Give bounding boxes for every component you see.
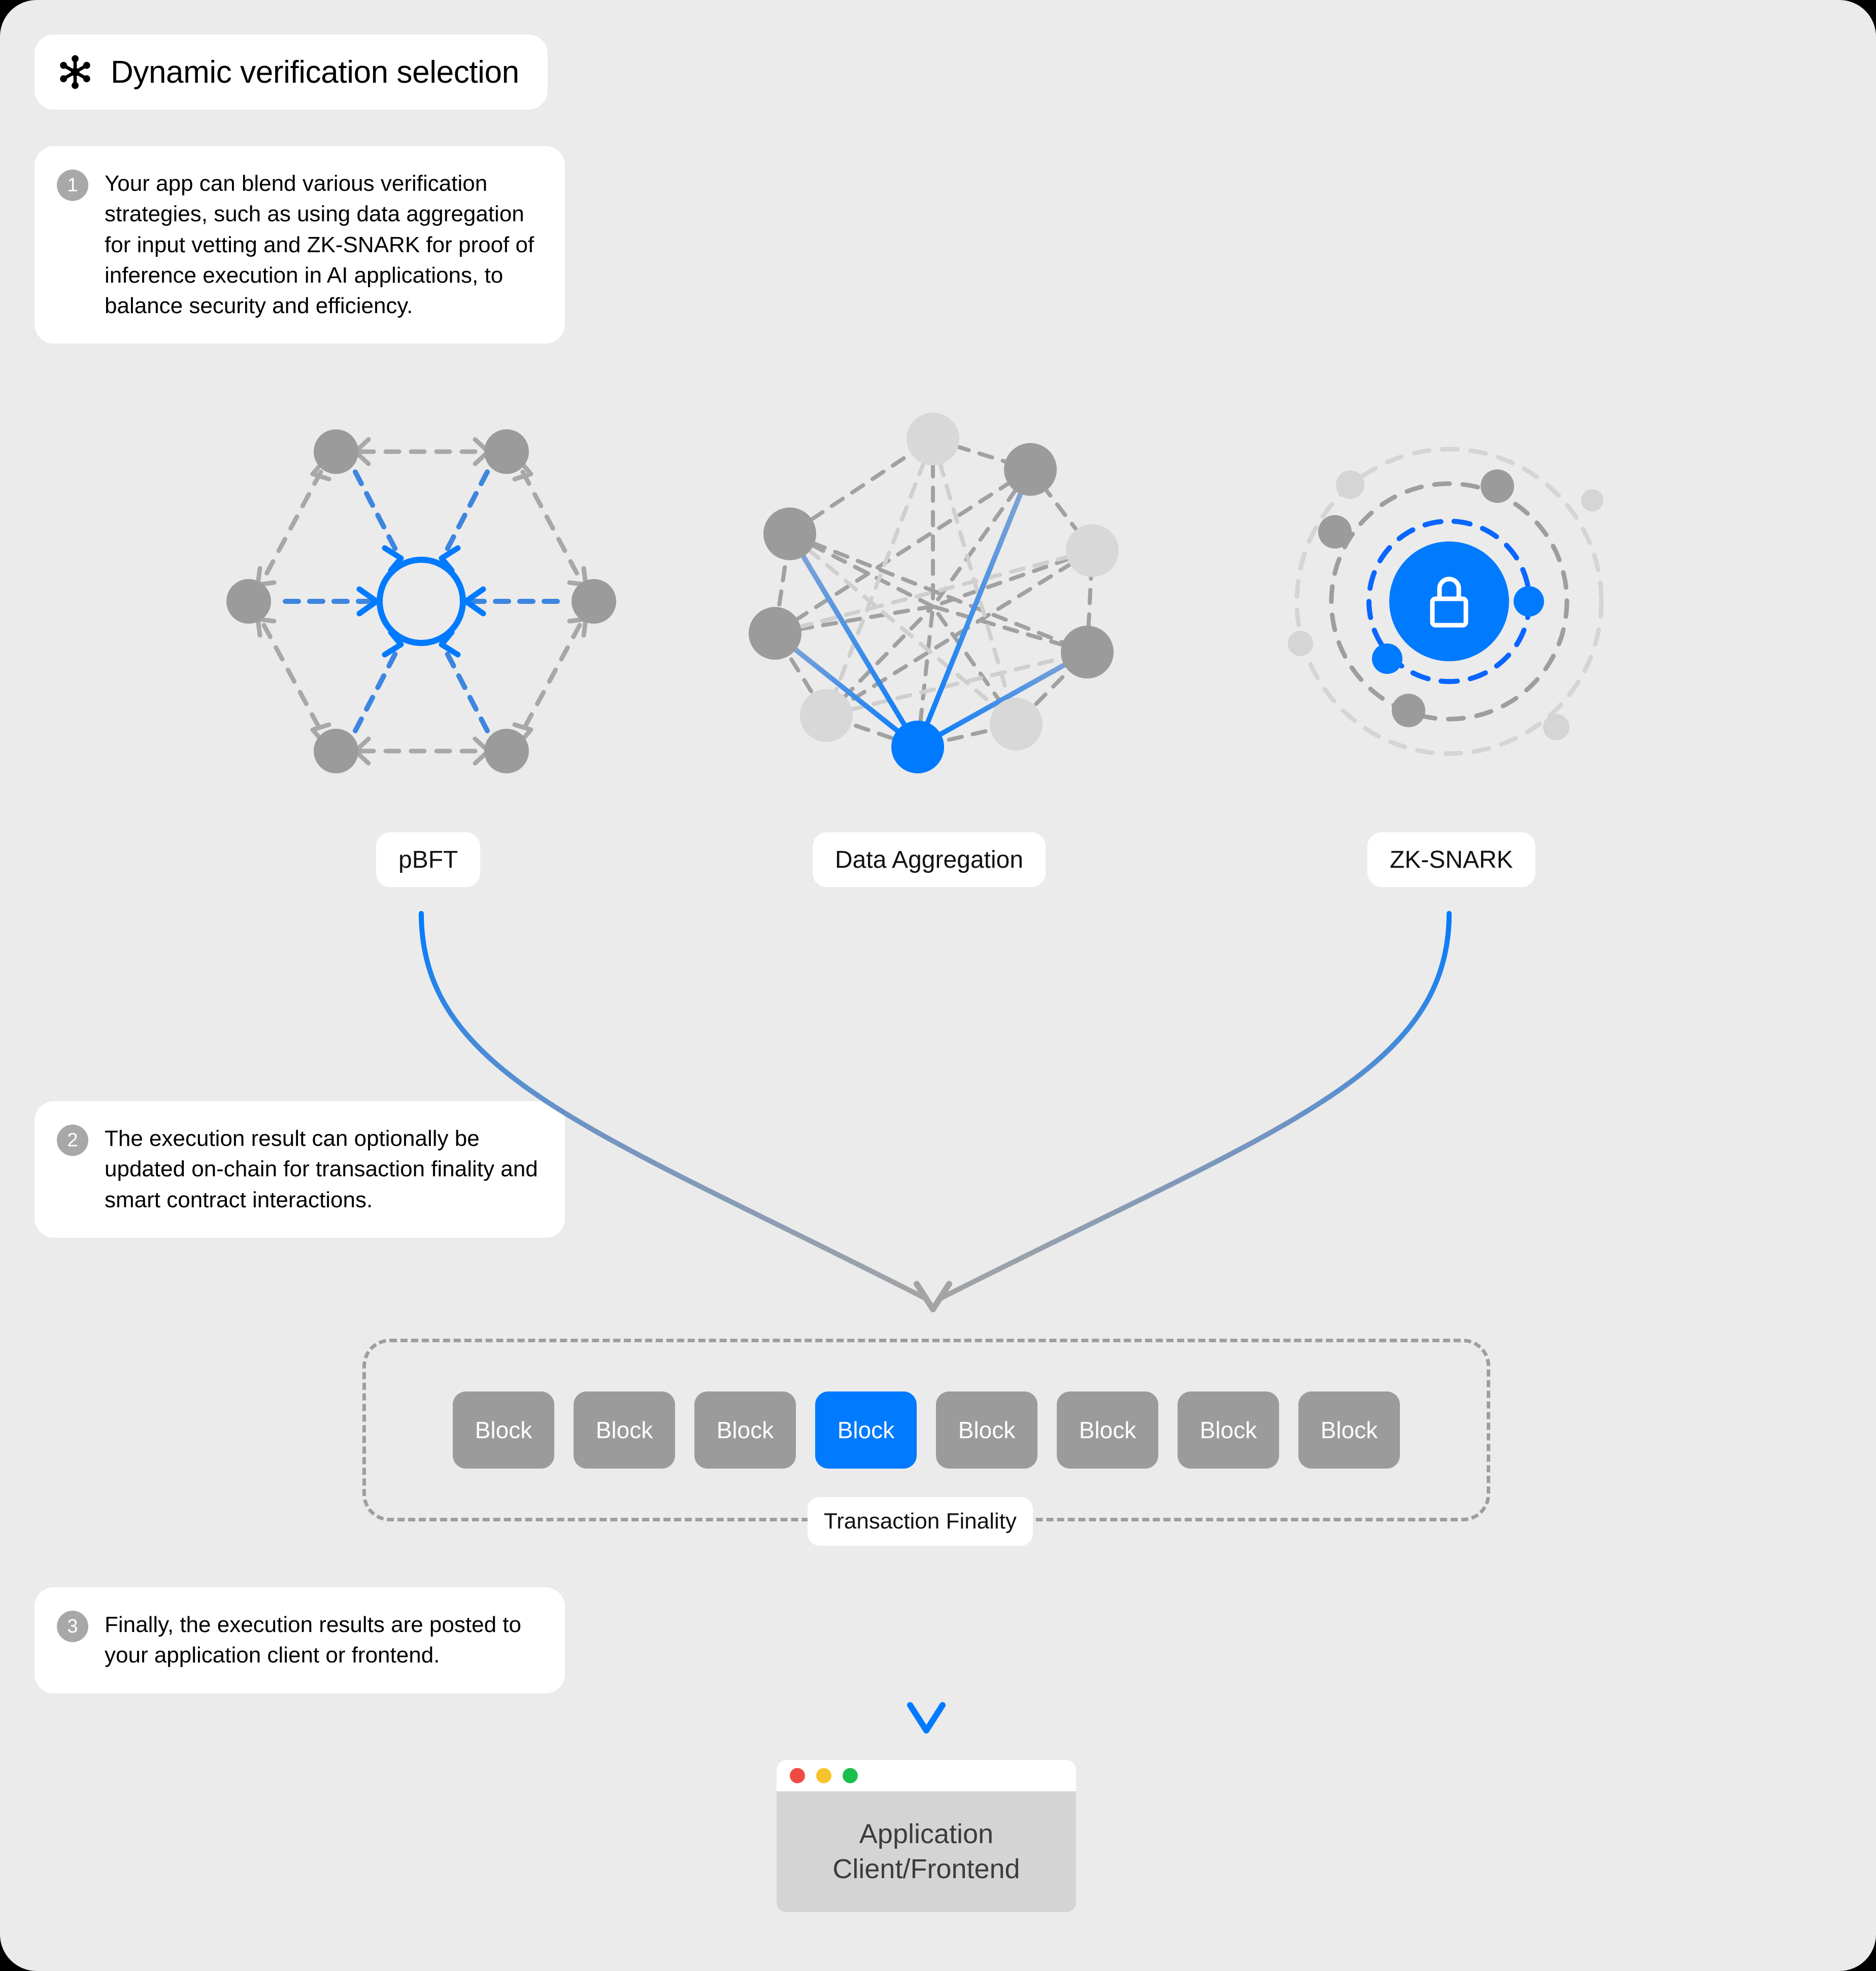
block-item[interactable]: Block bbox=[1298, 1391, 1400, 1469]
pbft-center-node bbox=[377, 557, 466, 646]
zk-orbit-outer bbox=[1294, 447, 1604, 756]
callout-step-1: 1 Your app can blend various verificatio… bbox=[35, 146, 565, 344]
step-number-badge: 3 bbox=[57, 1611, 88, 1642]
block-item[interactable]: Block bbox=[453, 1391, 554, 1469]
client-title-line-1: Application bbox=[859, 1818, 994, 1849]
step-number-badge: 1 bbox=[57, 169, 88, 201]
window-title-bar bbox=[777, 1760, 1076, 1791]
zk-orbit-middle bbox=[1329, 481, 1569, 722]
lock-icon bbox=[1430, 576, 1468, 628]
hub-asterisk-icon bbox=[57, 54, 93, 90]
pbft-diagram bbox=[226, 429, 616, 773]
pbft-validator-nodes bbox=[226, 429, 616, 773]
zk-snark-diagram bbox=[1288, 447, 1604, 797]
client-window-content: Application Client/Frontend bbox=[777, 1791, 1076, 1912]
callout-text: Your app can blend various verification … bbox=[105, 171, 534, 319]
method-label-data-aggregation[interactable]: Data Aggregation bbox=[813, 832, 1046, 887]
method-label-zk-snark[interactable]: ZK-SNARK bbox=[1367, 832, 1535, 887]
callout-step-2: 2 The execution result can optionally be… bbox=[35, 1101, 565, 1238]
flow-arrows-to-chain bbox=[419, 911, 1452, 1312]
block-item[interactable]: Block bbox=[936, 1391, 1037, 1469]
zk-orbit-dots bbox=[1288, 469, 1603, 740]
zk-core-node bbox=[1389, 541, 1509, 661]
method-label-pbft[interactable]: pBFT bbox=[376, 832, 481, 887]
block-item[interactable]: Block bbox=[1178, 1391, 1279, 1469]
callout-text: Finally, the execution results are poste… bbox=[105, 1612, 521, 1668]
flow-arrow-to-client bbox=[907, 1560, 946, 1734]
page-title-chip: Dynamic verification selection bbox=[35, 35, 548, 110]
step-number-badge: 2 bbox=[57, 1125, 88, 1156]
blockchain-blocks: Block Block Block Block Block Block Bloc… bbox=[362, 1387, 1490, 1473]
minimize-dot-icon[interactable] bbox=[816, 1768, 831, 1783]
client-title-line-2: Client/Frontend bbox=[832, 1854, 1020, 1884]
chain-arrowhead bbox=[914, 1281, 952, 1312]
data-aggregation-diagram bbox=[749, 413, 1119, 773]
callout-step-3: 3 Finally, the execution results are pos… bbox=[35, 1587, 565, 1693]
aggregator-node bbox=[891, 721, 944, 773]
client-arrowhead bbox=[907, 1702, 946, 1734]
close-dot-icon[interactable] bbox=[790, 1768, 805, 1783]
block-item[interactable]: Block bbox=[1057, 1391, 1158, 1469]
diagram-panel: Dynamic verification selection 1 Your ap… bbox=[0, 0, 1876, 1971]
page-title: Dynamic verification selection bbox=[111, 54, 519, 90]
callout-text: The execution result can optionally be u… bbox=[105, 1126, 538, 1212]
aggregation-nodes bbox=[749, 413, 1119, 751]
block-item[interactable]: Block bbox=[694, 1391, 796, 1469]
block-item[interactable]: Block bbox=[574, 1391, 675, 1469]
block-item-active[interactable]: Block bbox=[815, 1391, 917, 1469]
application-client-window: Application Client/Frontend bbox=[777, 1760, 1076, 1912]
transaction-finality-label: Transaction Finality bbox=[808, 1497, 1033, 1546]
maximize-dot-icon[interactable] bbox=[843, 1768, 858, 1783]
zk-orbit-inner bbox=[1366, 519, 1532, 684]
